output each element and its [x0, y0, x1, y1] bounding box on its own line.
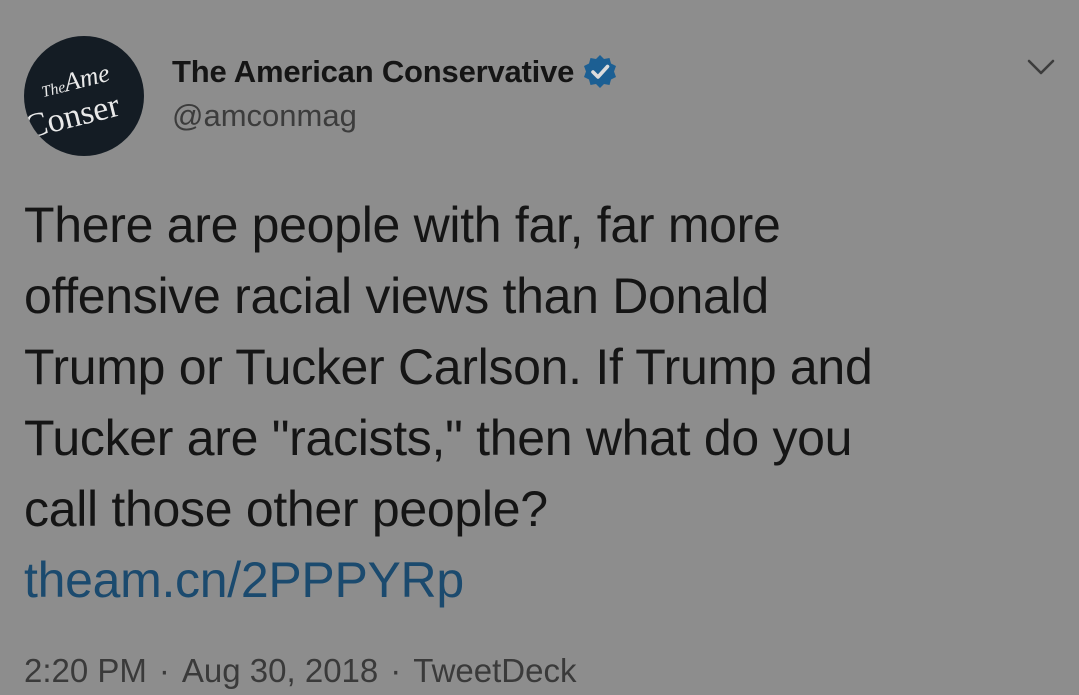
- tweet-text-line: Trump or Tucker Carlson. If Trump and: [24, 339, 873, 395]
- meta-separator: ·: [390, 652, 402, 689]
- account-handle[interactable]: @amconmag: [172, 98, 357, 134]
- display-name-row: The American Conservative: [172, 52, 618, 92]
- tweet-link[interactable]: theam.cn/2PPPYRp: [24, 545, 1054, 616]
- tweet-date[interactable]: Aug 30, 2018: [182, 652, 378, 689]
- meta-separator: ·: [158, 652, 170, 689]
- chevron-down-icon[interactable]: [1024, 52, 1058, 82]
- tweet-time[interactable]: 2:20 PM: [24, 652, 147, 689]
- verified-badge-icon: [582, 54, 618, 90]
- tweet-text-line: call those other people?: [24, 481, 548, 537]
- tweet-meta: 2:20 PM · Aug 30, 2018 · TweetDeck: [24, 652, 576, 690]
- avatar[interactable]: TheAme Conser: [24, 36, 144, 156]
- tweet-card: TheAme Conser The American Conservative …: [0, 0, 1079, 695]
- tweet-text-line: Tucker are "racists," then what do you: [24, 410, 853, 466]
- display-name[interactable]: The American Conservative: [172, 54, 574, 90]
- tweet-source[interactable]: TweetDeck: [413, 652, 576, 689]
- avatar-logo-line2: Conser: [24, 86, 124, 147]
- tweet-text-line: offensive racial views than Donald: [24, 268, 769, 324]
- tweet-text: There are people with far, far more offe…: [24, 190, 1054, 616]
- tweet-text-line: There are people with far, far more: [24, 197, 781, 253]
